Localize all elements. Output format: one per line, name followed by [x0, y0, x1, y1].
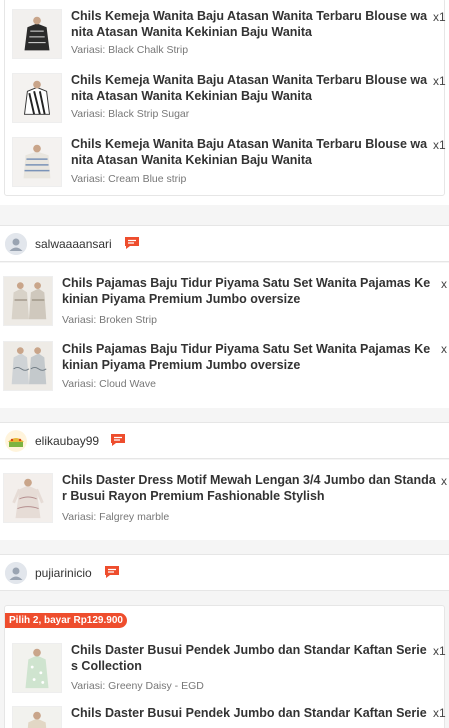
product-title: Chils Kemeja Wanita Baju Atasan Wanita T… [71, 137, 428, 167]
product-variant: Variasi: Broken Strip [62, 314, 157, 326]
list-item[interactable]: Chils Kemeja Wanita Baju Atasan Wanita T… [5, 127, 446, 193]
product-variant: Variasi: Cream Blue strip [71, 173, 187, 185]
product-title: Chils Pajamas Baju Tidur Piyama Satu Set… [62, 342, 431, 372]
product-quantity: x1 [433, 706, 446, 720]
product-quantity: x1 [433, 74, 446, 88]
product-thumbnail [12, 706, 62, 728]
shop-header[interactable]: pujiarinicio [0, 554, 449, 591]
chat-icon[interactable] [104, 565, 120, 579]
shop-header[interactable]: elikaubay99 [0, 422, 449, 459]
list-item[interactable]: Chils Daster Busui Pendek Jumbo dan Stan… [5, 701, 446, 728]
product-quantity: x1 [433, 138, 446, 152]
list-item[interactable]: Chils Kemeja Wanita Baju Atasan Wanita T… [5, 63, 446, 127]
product-title: Chils Daster Busui Pendek Jumbo dan Stan… [71, 643, 427, 673]
product-variant: Variasi: Greeny Daisy - EGD [71, 680, 204, 692]
product-title: Chils Pajamas Baju Tidur Piyama Satu Set… [62, 276, 431, 306]
product-quantity: x [441, 277, 447, 291]
shop-name: pujiarinicio [35, 566, 92, 580]
product-variant: Variasi: Cloud Wave [62, 378, 156, 390]
product-title: Chils Daster Dress Motif Mewah Lengan 3/… [62, 473, 436, 503]
shop-name: elikaubay99 [35, 434, 100, 448]
product-thumbnail [12, 9, 62, 59]
list-item[interactable]: Chils Daster Dress Motif Mewah Lengan 3/… [0, 460, 449, 540]
shop-products: Chils Daster Dress Motif Mewah Lengan 3/… [0, 460, 449, 540]
product-variant: Variasi: Black Chalk Strip [71, 44, 189, 56]
product-thumbnail [12, 137, 62, 187]
product-variant: Variasi: Falgrey marble [62, 511, 170, 523]
list-item[interactable]: Chils Kemeja Wanita Baju Atasan Wanita T… [5, 0, 446, 63]
order-group-1: Chils Kemeja Wanita Baju Atasan Wanita T… [0, 0, 449, 205]
product-quantity: x [441, 342, 447, 356]
list-item[interactable]: Chils Pajamas Baju Tidur Piyama Satu Set… [0, 263, 449, 328]
product-quantity: x1 [433, 10, 446, 24]
product-thumbnail [3, 341, 53, 391]
shop-products: Chils Pajamas Baju Tidur Piyama Satu Set… [0, 263, 449, 408]
shop-header[interactable]: salwaaaansari [0, 225, 449, 262]
shop-name: salwaaaansari [35, 237, 112, 251]
bundle-card: Pilih 2, bayar Rp129.900 Chils Daster Bu… [4, 605, 446, 728]
product-thumbnail [3, 473, 53, 523]
chat-icon[interactable] [110, 433, 126, 447]
product-variant: Variasi: Black Strip Sugar [71, 108, 190, 120]
chat-icon[interactable] [124, 236, 140, 250]
product-title: Chils Kemeja Wanita Baju Atasan Wanita T… [71, 9, 428, 39]
product-title: Chils Daster Busui Pendek Jumbo dan Stan… [71, 706, 427, 720]
list-item[interactable]: Chils Pajamas Baju Tidur Piyama Satu Set… [0, 328, 449, 408]
user-avatar-icon [5, 430, 27, 452]
product-thumbnail [12, 643, 62, 693]
product-quantity: x [441, 474, 447, 488]
product-thumbnail [12, 73, 62, 123]
bundle-promo-badge: Pilih 2, bayar Rp129.900 [5, 613, 127, 628]
list-item[interactable]: Chils Daster Busui Pendek Jumbo dan Stan… [5, 633, 446, 701]
shop-products: Pilih 2, bayar Rp129.900 Chils Daster Bu… [0, 605, 449, 728]
product-card: Chils Kemeja Wanita Baju Atasan Wanita T… [4, 0, 446, 196]
product-quantity: x1 [433, 644, 446, 658]
product-title: Chils Kemeja Wanita Baju Atasan Wanita T… [71, 73, 428, 103]
user-avatar-icon [5, 233, 27, 255]
product-thumbnail [3, 276, 53, 326]
user-avatar-icon [5, 562, 27, 584]
